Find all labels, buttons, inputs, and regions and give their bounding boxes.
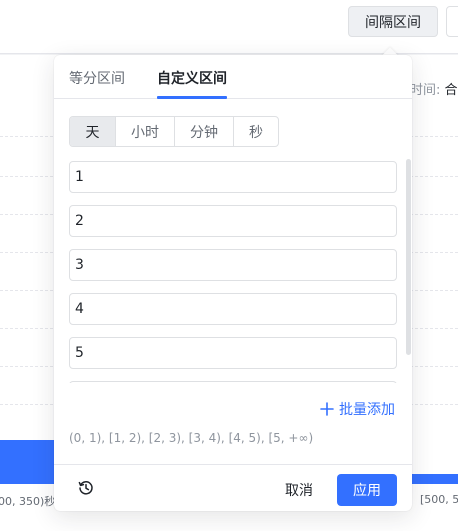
chart-bar[interactable] — [410, 474, 458, 484]
interval-tabs: 等分区间 自定义区间 — [54, 55, 412, 99]
unit-second[interactable]: 秒 — [233, 117, 278, 146]
interval-popover: 等分区间 自定义区间 天 小时 分钟 秒 1 2 3 4 5 批量添加 (0, … — [54, 55, 412, 511]
interval-value-input[interactable]: 2 — [69, 205, 397, 237]
active-tab-indicator — [157, 96, 227, 99]
time-unit-segmented: 天 小时 分钟 秒 — [69, 116, 279, 147]
tab-custom-interval[interactable]: 自定义区间 — [157, 68, 227, 88]
interval-value-input[interactable] — [69, 381, 397, 383]
x-axis-label: 00, 350)秒 — [0, 495, 56, 508]
history-icon[interactable] — [78, 480, 94, 496]
interval-value-input[interactable]: 1 — [69, 161, 397, 193]
tab-equal-interval[interactable]: 等分区间 — [69, 68, 125, 88]
apply-button[interactable]: 应用 — [337, 474, 397, 506]
plus-icon — [320, 402, 334, 416]
toolbar-next-button[interactable] — [446, 6, 458, 37]
interval-value-input[interactable]: 3 — [69, 249, 397, 281]
popover-footer: 取消 应用 — [54, 464, 412, 511]
time-field-label: 时间: 合 — [410, 79, 458, 98]
chart-bar[interactable] — [0, 440, 54, 484]
interval-value-input[interactable]: 4 — [69, 293, 397, 325]
time-value-text: 合 — [444, 83, 458, 98]
unit-hour[interactable]: 小时 — [115, 117, 174, 146]
interval-summary: (0, 1), [1, 2), [2, 3), [3, 4), [4, 5), … — [69, 431, 314, 445]
bulk-add-button[interactable]: 批量添加 — [320, 399, 395, 419]
interval-value-list: 1 2 3 4 5 — [69, 161, 397, 383]
bulk-add-label: 批量添加 — [339, 402, 395, 418]
cancel-button[interactable]: 取消 — [273, 474, 325, 506]
unit-minute[interactable]: 分钟 — [174, 117, 233, 146]
interval-range-button[interactable]: 间隔区间 — [348, 6, 438, 37]
x-axis-label: [500, 55 — [420, 493, 458, 506]
list-scrollbar[interactable] — [406, 159, 411, 355]
interval-value-input[interactable]: 5 — [69, 337, 397, 369]
unit-day[interactable]: 天 — [70, 117, 115, 146]
time-label-text: 时间: — [410, 83, 445, 98]
